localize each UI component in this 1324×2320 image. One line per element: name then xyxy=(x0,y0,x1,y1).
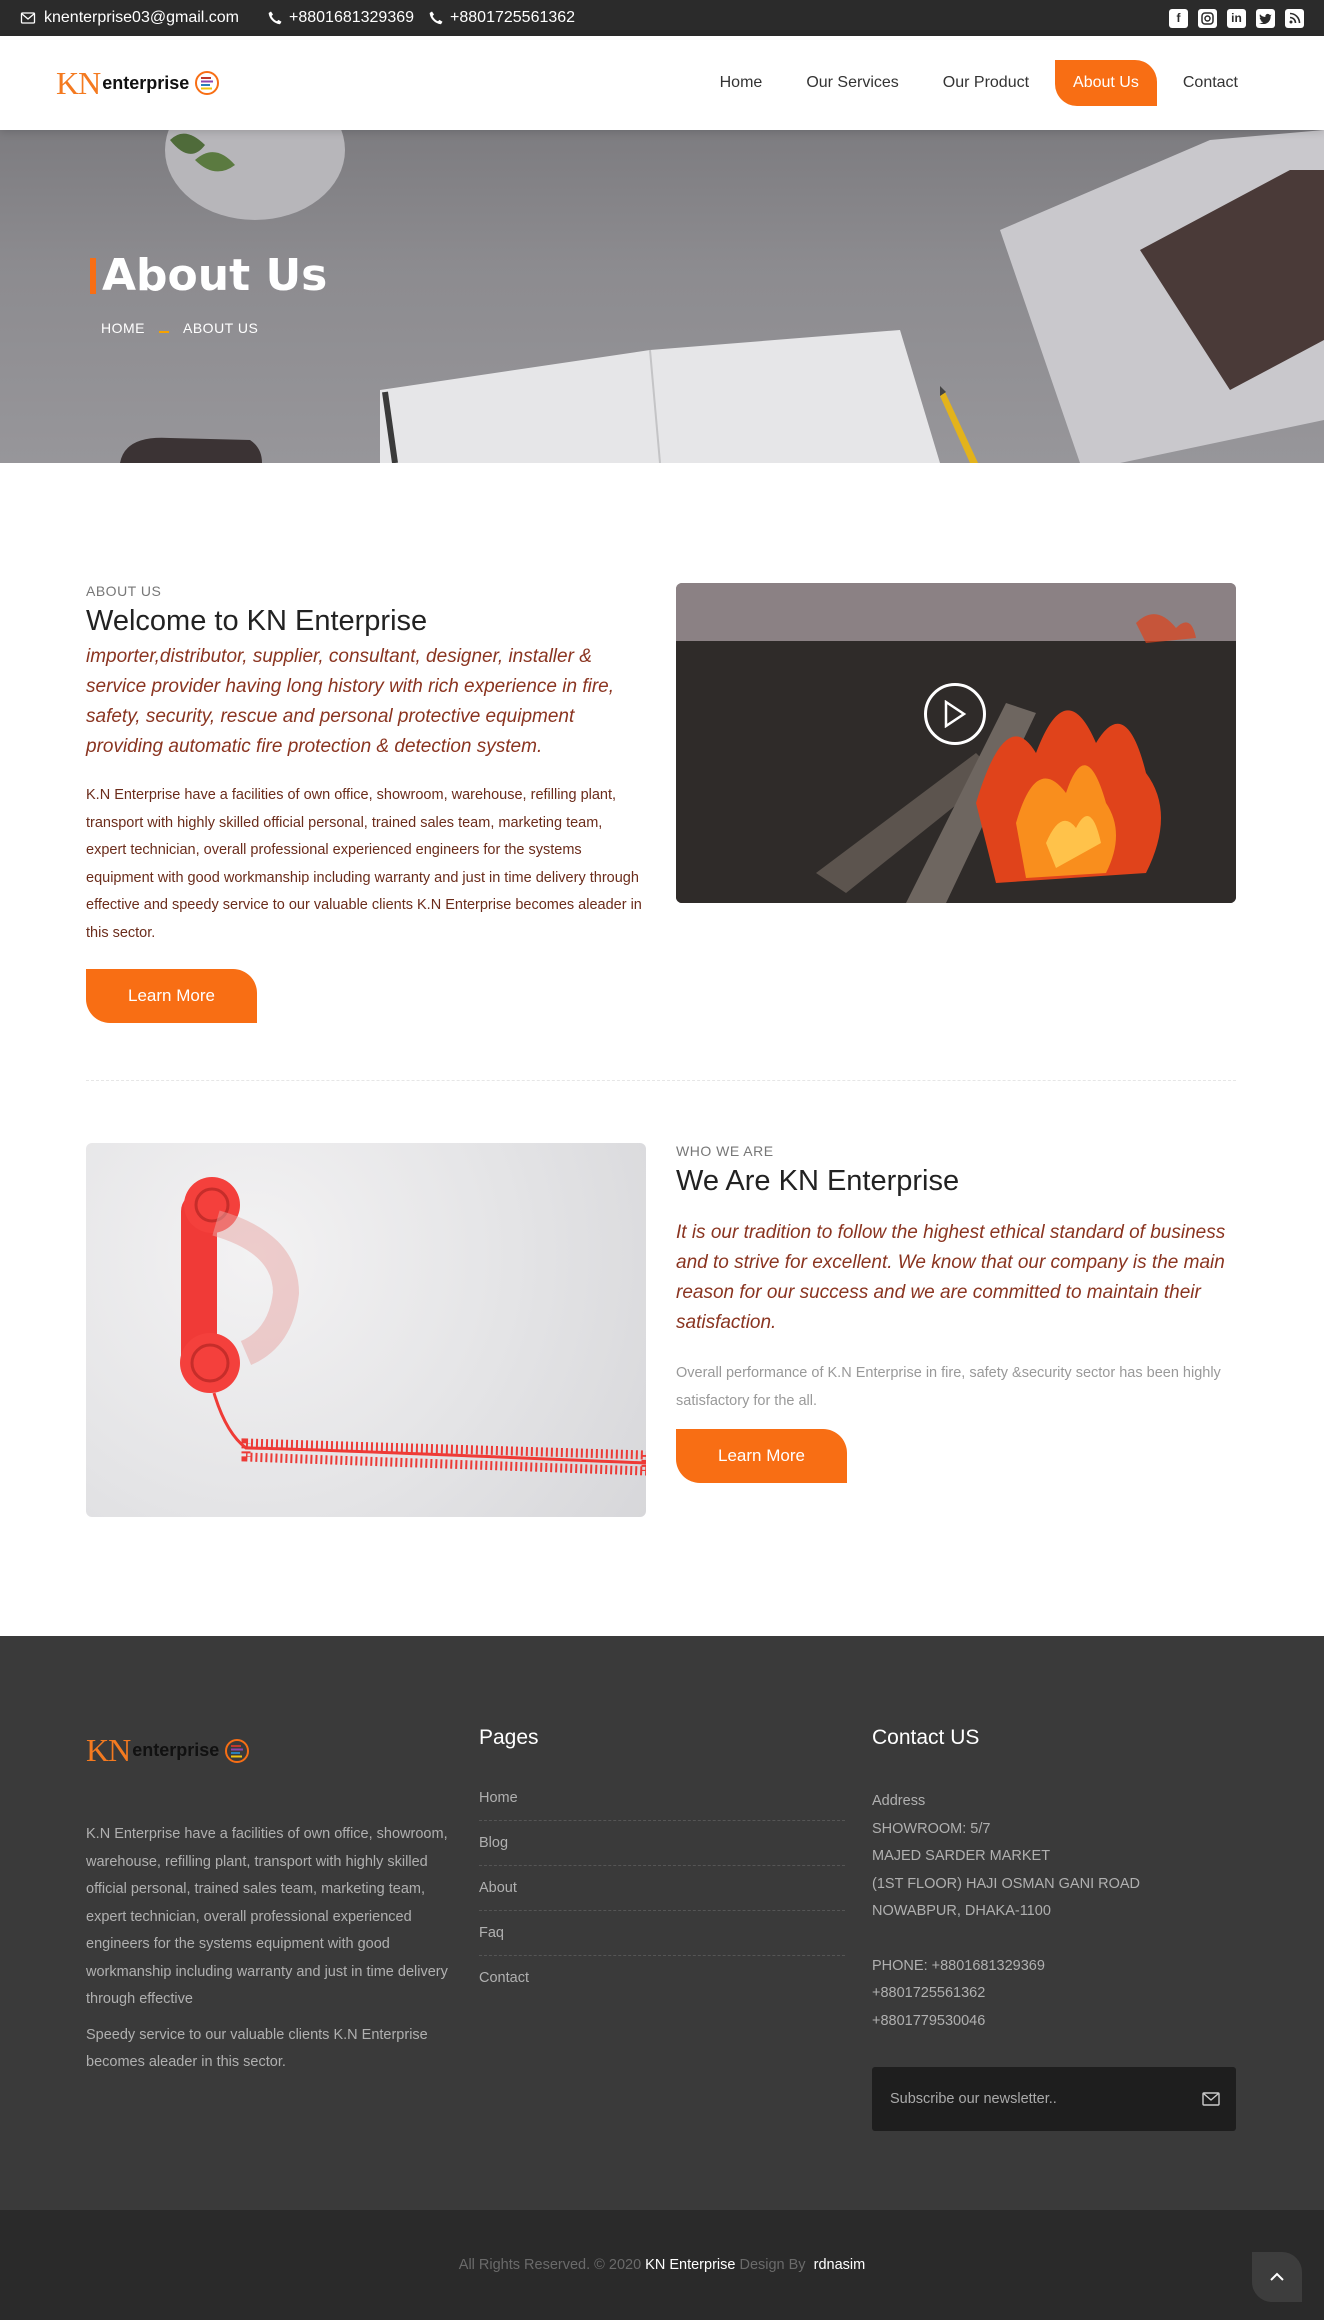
about-heading: Welcome to KN Enterprise xyxy=(86,605,428,637)
hero-title: About Us xyxy=(90,250,327,301)
phone-line[interactable]: +8801779530046 xyxy=(872,2008,1236,2036)
designer-link[interactable]: rdnasim xyxy=(814,2257,866,2273)
logo-kn-text: KN xyxy=(56,64,101,101)
nav-contact[interactable]: Contact xyxy=(1165,60,1256,106)
footer-pages-heading: Pages xyxy=(479,1726,539,1749)
site-header: KN enterprise Home Our Services Our Prod… xyxy=(0,36,1324,130)
page: knenterprise03@gmail.com +8801681329369 … xyxy=(0,0,1324,2320)
copyright-text: All Rights Reserved. © 2020 xyxy=(458,2257,642,2273)
footer-about-text: K.N Enterprise have a facilities of own … xyxy=(86,1826,448,2007)
play-icon xyxy=(944,700,967,728)
footer-logo-enterprise-text: enterprise xyxy=(132,1740,220,1760)
social-links: f in xyxy=(1169,8,1304,28)
design-by-text: Design By xyxy=(739,2257,806,2273)
who-we-are-section: WHO WE ARE We Are KN Enterprise It is ou… xyxy=(0,1143,1324,1523)
footer-logo-kn-text: KN xyxy=(86,1732,131,1768)
play-button[interactable] xyxy=(924,683,986,745)
logo-mark-icon xyxy=(195,71,220,95)
phone-line[interactable]: PHONE: +8801681329369 xyxy=(872,1953,1236,1981)
chevron-up-icon xyxy=(1270,2272,1284,2281)
about-section: ABOUT US Welcome to KN Enterprise import… xyxy=(0,463,1324,1083)
breadcrumb-current: ABOUT US xyxy=(183,320,259,336)
phone-icon xyxy=(268,11,282,25)
breadcrumb-separator xyxy=(159,331,169,333)
breadcrumb: HOME ABOUT US xyxy=(101,320,258,336)
facebook-icon[interactable]: f xyxy=(1169,8,1188,28)
address-label: Address xyxy=(872,1793,926,1809)
back-to-top-button[interactable] xyxy=(1252,2252,1302,2302)
envelope-icon[interactable] xyxy=(1202,2092,1220,2106)
footer-about-column: KN enterprise K.N Enterprise have a faci… xyxy=(86,1732,456,2077)
page-hero: About Us HOME ABOUT US xyxy=(0,130,1324,463)
nav-home[interactable]: Home xyxy=(702,60,781,106)
who-body: Overall performance of K.N Enterprise in… xyxy=(676,1365,1221,1409)
linkedin-icon[interactable]: in xyxy=(1227,8,1246,28)
footer-pages-column: Pages Home Blog About Faq Contact xyxy=(479,1726,845,2014)
footer-link-blog[interactable]: Blog xyxy=(479,1835,845,1866)
address-line: SHOWROOM: 5/7 xyxy=(872,1820,991,1837)
phone1-text[interactable]: +8801681329369 xyxy=(289,9,414,27)
logo-enterprise-text: enterprise xyxy=(102,72,190,93)
footer-link-home[interactable]: Home xyxy=(479,1790,845,1821)
footer-about-text-2: Speedy service to our valuable clients K… xyxy=(86,2026,428,2071)
hero-title-accent xyxy=(90,257,96,294)
rss-icon[interactable] xyxy=(1285,8,1304,28)
nav-our-product[interactable]: Our Product xyxy=(925,60,1047,106)
footer-contact-heading: Contact US xyxy=(872,1726,980,1749)
email-text: knenterprise03@gmail.com xyxy=(44,9,239,26)
breadcrumb-home[interactable]: HOME xyxy=(101,320,145,336)
red-telephone-image xyxy=(86,1143,646,1517)
phone-line[interactable]: +8801725561362 xyxy=(872,1980,1236,2008)
main-nav: Home Our Services Our Product About Us C… xyxy=(694,60,1256,106)
about-body: K.N Enterprise have a facilities of own … xyxy=(86,787,642,941)
telephone-illustration xyxy=(180,1177,646,1476)
who-learn-more-button[interactable]: Learn More xyxy=(676,1429,847,1483)
about-text-block: ABOUT US Welcome to KN Enterprise import… xyxy=(86,583,646,1023)
newsletter-input[interactable]: Subscribe our newsletter.. xyxy=(890,2091,1057,2107)
page-title: About Us xyxy=(102,250,328,301)
about-lead: importer,distributor, supplier, consulta… xyxy=(86,646,615,757)
footer-phones: PHONE: +8801681329369 +8801725561362 +88… xyxy=(872,1953,1236,2036)
site-footer: KN enterprise K.N Enterprise have a faci… xyxy=(0,1636,1324,2210)
footer-link-faq[interactable]: Faq xyxy=(479,1925,845,1956)
about-learn-more-button[interactable]: Learn More xyxy=(86,969,257,1023)
address-line: MAJED SARDER MARKET xyxy=(872,1848,1051,1864)
who-heading: We Are KN Enterprise xyxy=(676,1165,960,1197)
footer-link-contact[interactable]: Contact xyxy=(479,1970,845,2000)
envelope-icon xyxy=(20,12,36,24)
footer-contact-column: Contact US Address SHOWROOM: 5/7 MAJED S… xyxy=(872,1726,1236,2131)
section-divider xyxy=(86,1080,1236,1081)
about-video-thumbnail[interactable] xyxy=(676,583,1236,903)
footer-address: Address SHOWROOM: 5/7 MAJED SARDER MARKE… xyxy=(872,1788,1236,1926)
copyright-brand-link[interactable]: KN Enterprise xyxy=(645,2257,735,2273)
footer-link-about[interactable]: About xyxy=(479,1880,845,1911)
phone-icon xyxy=(429,11,443,25)
nav-our-services[interactable]: Our Services xyxy=(788,60,916,106)
about-eyebrow: ABOUT US xyxy=(86,583,162,599)
top-bar-contacts: knenterprise03@gmail.com +8801681329369 … xyxy=(20,9,575,27)
footer-logo[interactable]: KN enterprise xyxy=(86,1732,456,1769)
address-line: (1ST FLOOR) HAJI OSMAN GANI ROAD xyxy=(872,1875,1141,1892)
who-text-block: WHO WE ARE We Are KN Enterprise It is ou… xyxy=(676,1143,1236,1483)
phone2-text[interactable]: +8801725561362 xyxy=(450,9,575,27)
instagram-icon[interactable] xyxy=(1198,8,1217,28)
who-eyebrow: WHO WE ARE xyxy=(676,1143,774,1159)
newsletter-form: Subscribe our newsletter.. xyxy=(872,2067,1236,2131)
email-link[interactable]: knenterprise03@gmail.com xyxy=(20,9,239,27)
footer-logo-mark-icon xyxy=(225,1738,250,1763)
phone-links: +8801681329369 +8801725561362 xyxy=(267,9,575,27)
nav-about-us[interactable]: About Us xyxy=(1055,60,1157,106)
twitter-icon[interactable] xyxy=(1256,8,1275,28)
who-lead: It is our tradition to follow the highes… xyxy=(676,1222,1226,1333)
address-line: NOWABPUR, DHAKA-1100 xyxy=(872,1903,1051,1919)
copyright-bar: All Rights Reserved. © 2020 KN Enterpris… xyxy=(0,2210,1324,2320)
site-logo[interactable]: KN enterprise xyxy=(56,64,220,102)
top-bar: knenterprise03@gmail.com +8801681329369 … xyxy=(0,0,1324,36)
